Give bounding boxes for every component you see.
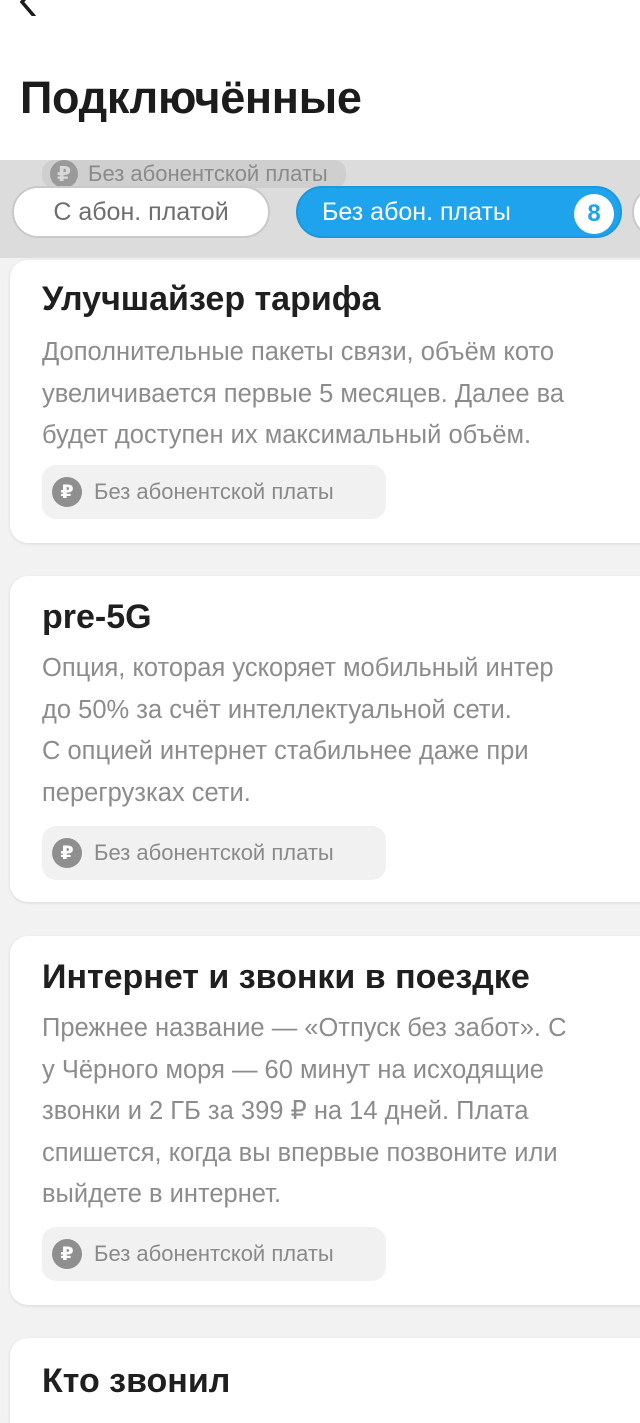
ruble-icon: ₽ [52, 1239, 82, 1269]
description-line: перегрузках сети. [42, 778, 251, 807]
description-line: Прежнее название — «Отпуск без забот». С [42, 1014, 567, 1042]
description-line: у Чёрного моря — 60 минут на исходящие [42, 1055, 544, 1084]
option-card[interactable]: Кто звонил [10, 1338, 640, 1423]
price-badge: ₽ Без абонентской платы [42, 826, 386, 880]
filter-chip-with-fee-label: С абон. платой [53, 197, 229, 226]
description-line: Дополнительные пакеты связи, объём кото [42, 338, 555, 366]
option-title: pre-5G [42, 598, 152, 636]
scrolled-price-badge: ₽ Без абонентской платы [42, 160, 346, 188]
ruble-icon: ₽ [52, 477, 82, 507]
option-title: Улучшайзер тарифа [42, 280, 381, 318]
ruble-icon: ₽ [52, 838, 82, 868]
price-badge-label: Без абонентской платы [94, 840, 334, 865]
price-badge-label: Без абонентской платы [94, 1241, 334, 1266]
description-line: С опцией интернет стабильнее даже при [42, 737, 529, 765]
back-button[interactable] [14, 0, 44, 18]
option-title: Интернет и звонки в поездке [42, 958, 530, 996]
filter-chip-no-fee[interactable]: Без абон. платы 8 [296, 186, 622, 238]
screen: Подключённые ₽ Без абонентской платы С а… [0, 0, 640, 1423]
price-badge-label: Без абонентской платы [94, 479, 334, 504]
description-line: Опция, которая ускоряет мобильный интер [42, 654, 554, 682]
price-badge: ₽ Без абонентской платы [42, 1227, 386, 1281]
description-line: спишется, когда вы впервые позвоните или [42, 1138, 558, 1167]
description-line: выйдете в интернет. [42, 1180, 282, 1208]
option-title: Кто звонил [42, 1362, 231, 1400]
option-description: Прежнее название — «Отпуск без забот». С… [42, 1008, 640, 1216]
option-card[interactable]: pre-5G Опция, которая ускоряет мобильный… [10, 576, 640, 902]
filter-count-badge: 8 [574, 194, 614, 234]
option-card[interactable]: Интернет и звонки в поездке Прежнее назв… [10, 936, 640, 1305]
filter-chip-with-fee[interactable]: С абон. платой [12, 186, 270, 238]
description-line: будет доступен их максимальный объём. [42, 421, 532, 449]
filter-chip-no-fee-label: Без абон. платы [322, 197, 511, 226]
scrolled-price-badge-label: Без абонентской платы [88, 161, 328, 186]
option-description: Опция, которая ускоряет мобильный интер … [42, 648, 640, 814]
price-badge: ₽ Без абонентской платы [42, 465, 386, 519]
option-card[interactable]: Улучшайзер тарифа Дополнительные пакеты … [10, 260, 640, 543]
filter-bar: ₽ Без абонентской платы С абон. платой Б… [0, 160, 640, 258]
filter-chip-more[interactable] [632, 186, 640, 238]
page-title: Подключённые [20, 72, 362, 123]
description-line: увеличивается первые 5 месяцев. Далее ва [42, 379, 565, 408]
ruble-icon: ₽ [50, 160, 78, 188]
description-line: до 50% за счёт интеллектуальной сети. [42, 695, 512, 724]
option-description: Дополнительные пакеты связи, объём кото … [42, 332, 640, 457]
chevron-left-icon [19, 0, 36, 18]
description-line: звонки и 2 ГБ за 399 ₽ на 14 дней. Плата [42, 1097, 529, 1125]
top-bar: Подключённые [0, 0, 640, 160]
